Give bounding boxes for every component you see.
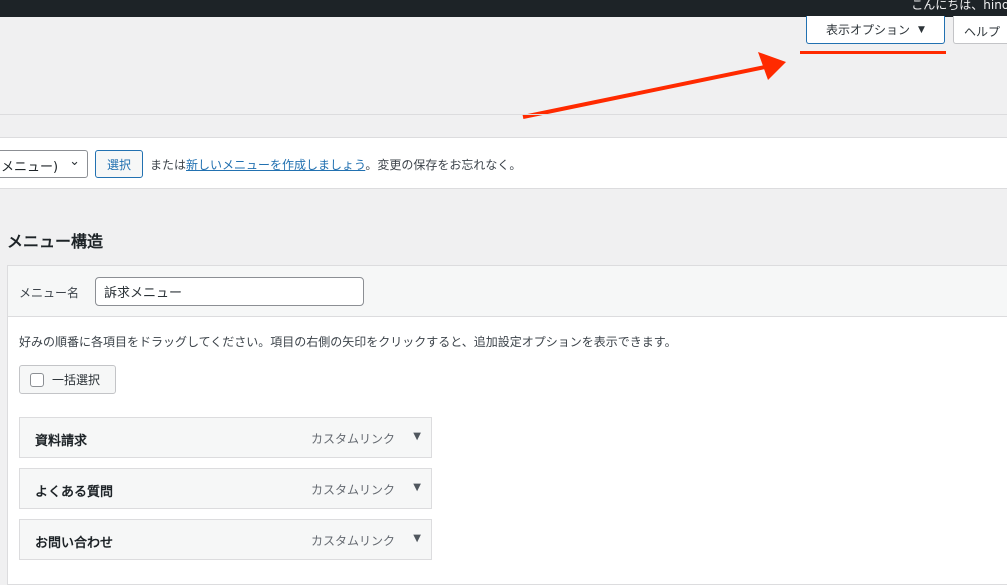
triangle-down-icon[interactable]: ▼ — [413, 431, 421, 442]
select-menu-button[interactable]: 選択 — [95, 150, 143, 178]
triangle-down-icon[interactable]: ▼ — [413, 482, 421, 493]
menu-structure-box: メニュー名 好みの順番に各項目をドラッグしてください。項目の右側の矢印をクリック… — [7, 265, 1007, 585]
menu-item[interactable]: よくある質問 カスタムリンク ▼ — [19, 468, 432, 509]
menu-item-title: 資料請求 — [35, 434, 88, 449]
manage-menus-text: または新しいメニューを作成しましょう。変更の保存をお忘れなく。 — [150, 158, 522, 172]
menu-name-label: メニュー名 — [19, 286, 80, 300]
bulk-select-checkbox[interactable] — [30, 372, 44, 387]
bulk-select-label: 一括選択 — [52, 373, 101, 387]
menu-item-type: カスタムリンク — [310, 483, 395, 497]
menu-item-type: カスタムリンク — [310, 432, 395, 446]
bulk-select-button[interactable]: 一括選択 — [19, 365, 116, 394]
menu-item-type: カスタムリンク — [310, 534, 395, 548]
triangle-down-icon[interactable]: ▼ — [413, 533, 421, 544]
annotation-underline — [800, 51, 946, 54]
menu-item[interactable]: 資料請求 カスタムリンク ▼ — [19, 417, 432, 458]
menu-item-title: よくある質問 — [35, 485, 114, 500]
menu-name-input[interactable] — [95, 277, 364, 306]
menu-structure-title: メニュー構造 — [7, 232, 104, 251]
menu-select-value: メニュー) — [1, 160, 59, 175]
menu-item-title: お問い合わせ — [35, 536, 114, 551]
manage-menus-bar: メニュー) ⌄ 選択 または新しいメニューを作成しましょう。変更の保存をお忘れな… — [0, 137, 1007, 189]
menu-item[interactable]: お問い合わせ カスタムリンク ▼ — [19, 519, 432, 560]
menu-name-header: メニュー名 — [8, 266, 1007, 317]
chevron-down-icon: ⌄ — [69, 154, 80, 169]
menu-select[interactable]: メニュー) ⌄ — [0, 150, 88, 178]
drag-instructions: 好みの順番に各項目をドラッグしてください。項目の右側の矢印をクリックすると、追加… — [19, 335, 677, 349]
divider — [0, 114, 1007, 115]
create-new-menu-link[interactable]: 新しいメニューを作成しましょう — [186, 158, 365, 172]
